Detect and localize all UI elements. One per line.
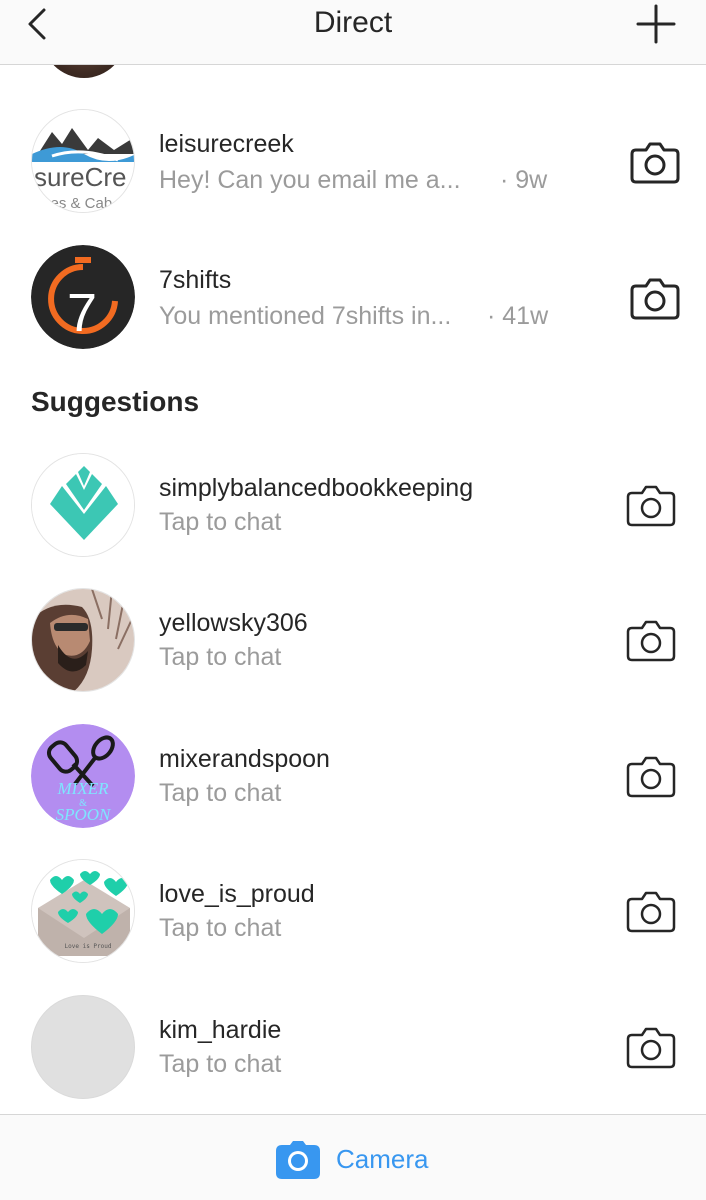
suggestions-heading: Suggestions	[31, 386, 200, 417]
top-nav-bar: Direct	[0, 0, 706, 65]
camera-icon[interactable]	[630, 276, 680, 320]
svg-text:Love is Proud: Love is Proud	[65, 943, 112, 950]
thread-row-leisurecreek[interactable]: sureCre mes & Cab leisurecreek Hey! Can …	[0, 101, 706, 221]
suggestion-username: kim_hardie	[159, 1016, 282, 1044]
avatar-love-is-proud[interactable]: Love is Proud	[31, 859, 135, 963]
direct-inbox-screen: Direct sureCre mes & Cab leisurecreek He…	[0, 0, 706, 1200]
suggestion-username: love_is_proud	[159, 880, 315, 908]
thread-time: · 9w	[500, 166, 548, 194]
camera-icon[interactable]	[630, 140, 680, 184]
thread-username: 7shifts	[159, 266, 232, 294]
thread-row-7shifts[interactable]: 7 7shifts You mentioned 7shifts in... · …	[0, 237, 706, 357]
suggestion-username: mixerandspoon	[159, 745, 330, 773]
camera-icon[interactable]	[626, 889, 676, 933]
camera-icon[interactable]	[626, 754, 676, 798]
svg-text:MIXER: MIXER	[57, 779, 110, 798]
leaf-logo-icon	[32, 454, 134, 556]
thread-preview: Hey! Can you email me a...	[159, 166, 461, 194]
suggestion-subtitle: Tap to chat	[159, 914, 282, 942]
suggestion-row[interactable]: MIXER & SPOON mixerandspoon Tap to chat	[0, 716, 706, 836]
7shifts-logo-icon: 7	[31, 245, 135, 349]
avatar-mixerandspoon[interactable]: MIXER & SPOON	[31, 724, 135, 828]
avatar-simplybalanced[interactable]	[31, 453, 135, 557]
suggestion-row[interactable]: kim_hardie Tap to chat	[0, 987, 706, 1107]
suggestion-subtitle: Tap to chat	[159, 508, 282, 536]
suggestion-username: simplybalancedbookkeeping	[159, 474, 474, 502]
camera-icon[interactable]	[626, 483, 676, 527]
suggestion-subtitle: Tap to chat	[159, 643, 282, 671]
suggestion-subtitle: Tap to chat	[159, 1050, 282, 1078]
suggestion-username: yellowsky306	[159, 609, 308, 637]
camera-icon[interactable]	[626, 1025, 676, 1069]
svg-text:7: 7	[67, 283, 97, 343]
avatar-yellowsky306[interactable]	[31, 588, 135, 692]
thread-preview: You mentioned 7shifts in...	[159, 302, 452, 330]
svg-text:SPOON: SPOON	[56, 805, 112, 824]
avatar-7shifts[interactable]: 7	[31, 245, 135, 349]
thread-time: · 41w	[487, 302, 549, 330]
camera-icon	[276, 1141, 320, 1179]
svg-text:mes & Cab: mes & Cab	[38, 195, 112, 212]
avatar-leisurecreek[interactable]: sureCre mes & Cab	[31, 109, 135, 213]
thread-username: leisurecreek	[159, 130, 294, 158]
camera-label: Camera	[336, 1144, 429, 1174]
page-title: Direct	[313, 6, 393, 39]
envelope-hearts-icon: Love is Proud	[32, 860, 134, 962]
bottom-camera-bar: Camera	[0, 1114, 706, 1200]
suggestion-row[interactable]: Love is Proud love_is_proud Tap to chat	[0, 851, 706, 971]
camera-icon[interactable]	[626, 618, 676, 662]
suggestion-row[interactable]: yellowsky306 Tap to chat	[0, 580, 706, 700]
camera-button[interactable]: Camera	[274, 1135, 428, 1183]
avatar-kim-hardie-placeholder[interactable]	[31, 995, 135, 1099]
profile-photo-icon	[32, 589, 134, 691]
svg-text:sureCre: sureCre	[34, 162, 126, 192]
suggestion-row[interactable]: simplybalancedbookkeeping Tap to chat	[0, 445, 706, 565]
mixer-spoon-logo-icon: MIXER & SPOON	[31, 724, 135, 828]
leisurecreek-logo-icon: sureCre mes & Cab	[32, 110, 134, 212]
plus-icon[interactable]	[634, 4, 678, 44]
suggestion-subtitle: Tap to chat	[159, 779, 282, 807]
